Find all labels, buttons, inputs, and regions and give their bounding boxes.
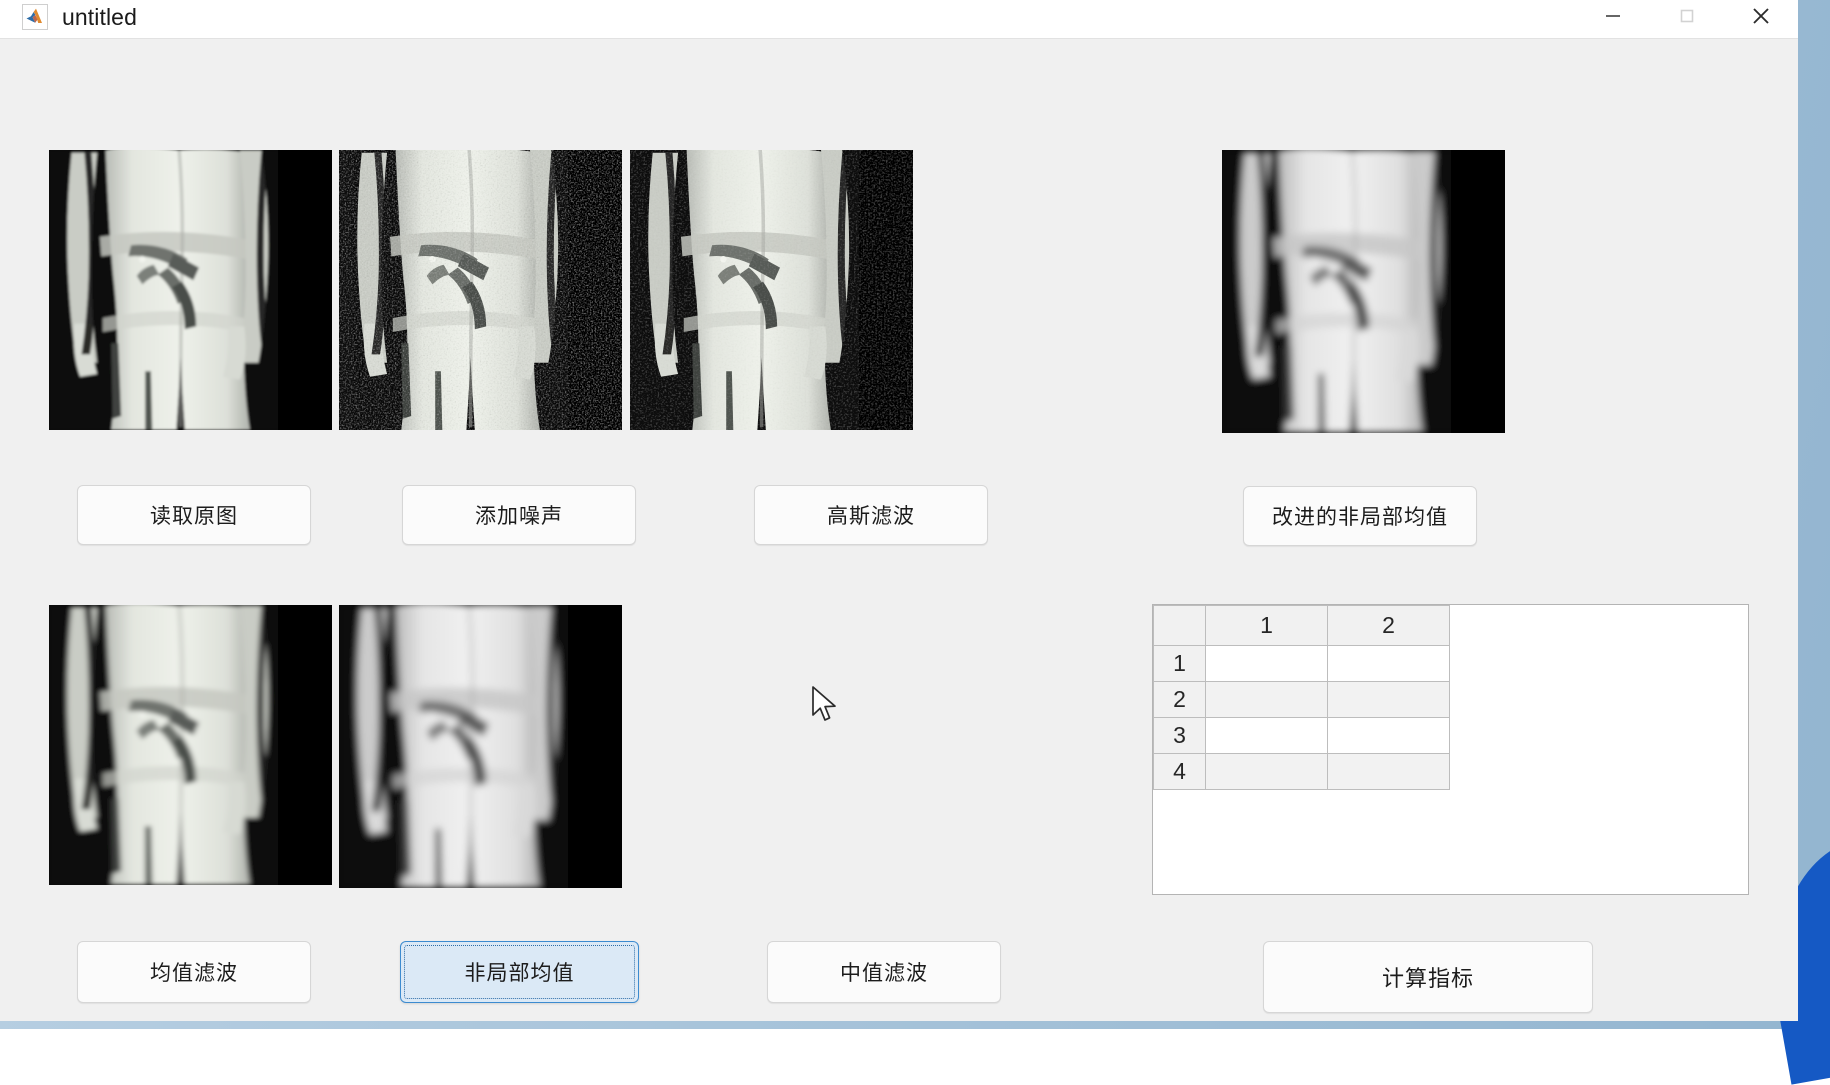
window-controls (1576, 0, 1798, 38)
axes-original (49, 150, 332, 430)
axes-noisy (339, 150, 622, 430)
close-button[interactable] (1724, 0, 1798, 38)
table-row-header-1[interactable]: 1 (1153, 645, 1206, 682)
axes-nlm (339, 605, 622, 888)
axes-gaussian (630, 150, 913, 430)
table-row-header-2[interactable]: 2 (1153, 681, 1206, 718)
table-cell-r4c1[interactable] (1205, 753, 1328, 790)
add-noise-button[interactable]: 添加噪声 (402, 485, 636, 545)
table-cell-r1c2[interactable] (1327, 645, 1450, 682)
window-title: untitled (62, 3, 137, 30)
metrics-table-grid[interactable]: 1 2 1 2 3 4 (1153, 605, 1450, 790)
improved-nlm-button[interactable]: 改进的非局部均值 (1243, 486, 1477, 546)
scan-image-noisy (339, 150, 622, 430)
scan-image-gaussian (630, 150, 913, 430)
nlm-button[interactable]: 非局部均值 (400, 941, 639, 1003)
matlab-logo-icon (22, 4, 48, 30)
table-row[interactable]: 2 (1153, 681, 1450, 718)
table-corner-cell (1153, 605, 1206, 646)
minimize-button[interactable] (1576, 0, 1650, 38)
scan-image-mean (49, 605, 332, 885)
table-row[interactable]: 3 (1153, 717, 1450, 754)
gaussian-filter-button[interactable]: 高斯滤波 (754, 485, 988, 545)
median-filter-button[interactable]: 中值滤波 (767, 941, 1001, 1003)
table-row[interactable]: 1 (1153, 645, 1450, 682)
maximize-button[interactable] (1650, 0, 1724, 38)
table-row-header-3[interactable]: 3 (1153, 717, 1206, 754)
scan-image-original (49, 150, 332, 430)
table-col-header-2[interactable]: 2 (1327, 605, 1450, 646)
table-header-row: 1 2 (1153, 605, 1450, 646)
title-bar-left: untitled (0, 0, 137, 36)
table-cell-r4c2[interactable] (1327, 753, 1450, 790)
table-cell-r2c1[interactable] (1205, 681, 1328, 718)
table-row[interactable]: 4 (1153, 753, 1450, 790)
metrics-table[interactable]: 1 2 1 2 3 4 (1152, 604, 1749, 895)
table-body: 1 2 3 4 (1153, 645, 1450, 790)
axes-improved-nlm (1222, 150, 1505, 433)
table-cell-r2c2[interactable] (1327, 681, 1450, 718)
read-original-button[interactable]: 读取原图 (77, 485, 311, 545)
table-col-header-1[interactable]: 1 (1205, 605, 1328, 646)
scan-image-nlm (339, 605, 622, 888)
axes-mean (49, 605, 332, 885)
compute-metrics-button[interactable]: 计算指标 (1263, 941, 1593, 1013)
scan-image-improved-nlm (1222, 150, 1505, 433)
figure-client-area: 读取原图 添加噪声 高斯滤波 改进的非局部均值 均值滤波 非局部均值 中值滤波 … (0, 38, 1798, 1021)
table-cell-r3c2[interactable] (1327, 717, 1450, 754)
table-row-header-4[interactable]: 4 (1153, 753, 1206, 790)
title-bar[interactable]: untitled (0, 0, 1798, 38)
mean-filter-button[interactable]: 均值滤波 (77, 941, 311, 1003)
application-window: untitled 读取原图 添加噪声 高斯滤波 改进的非局部均值 均值滤波 非局… (0, 0, 1798, 1021)
table-cell-r1c1[interactable] (1205, 645, 1328, 682)
table-cell-r3c1[interactable] (1205, 717, 1328, 754)
